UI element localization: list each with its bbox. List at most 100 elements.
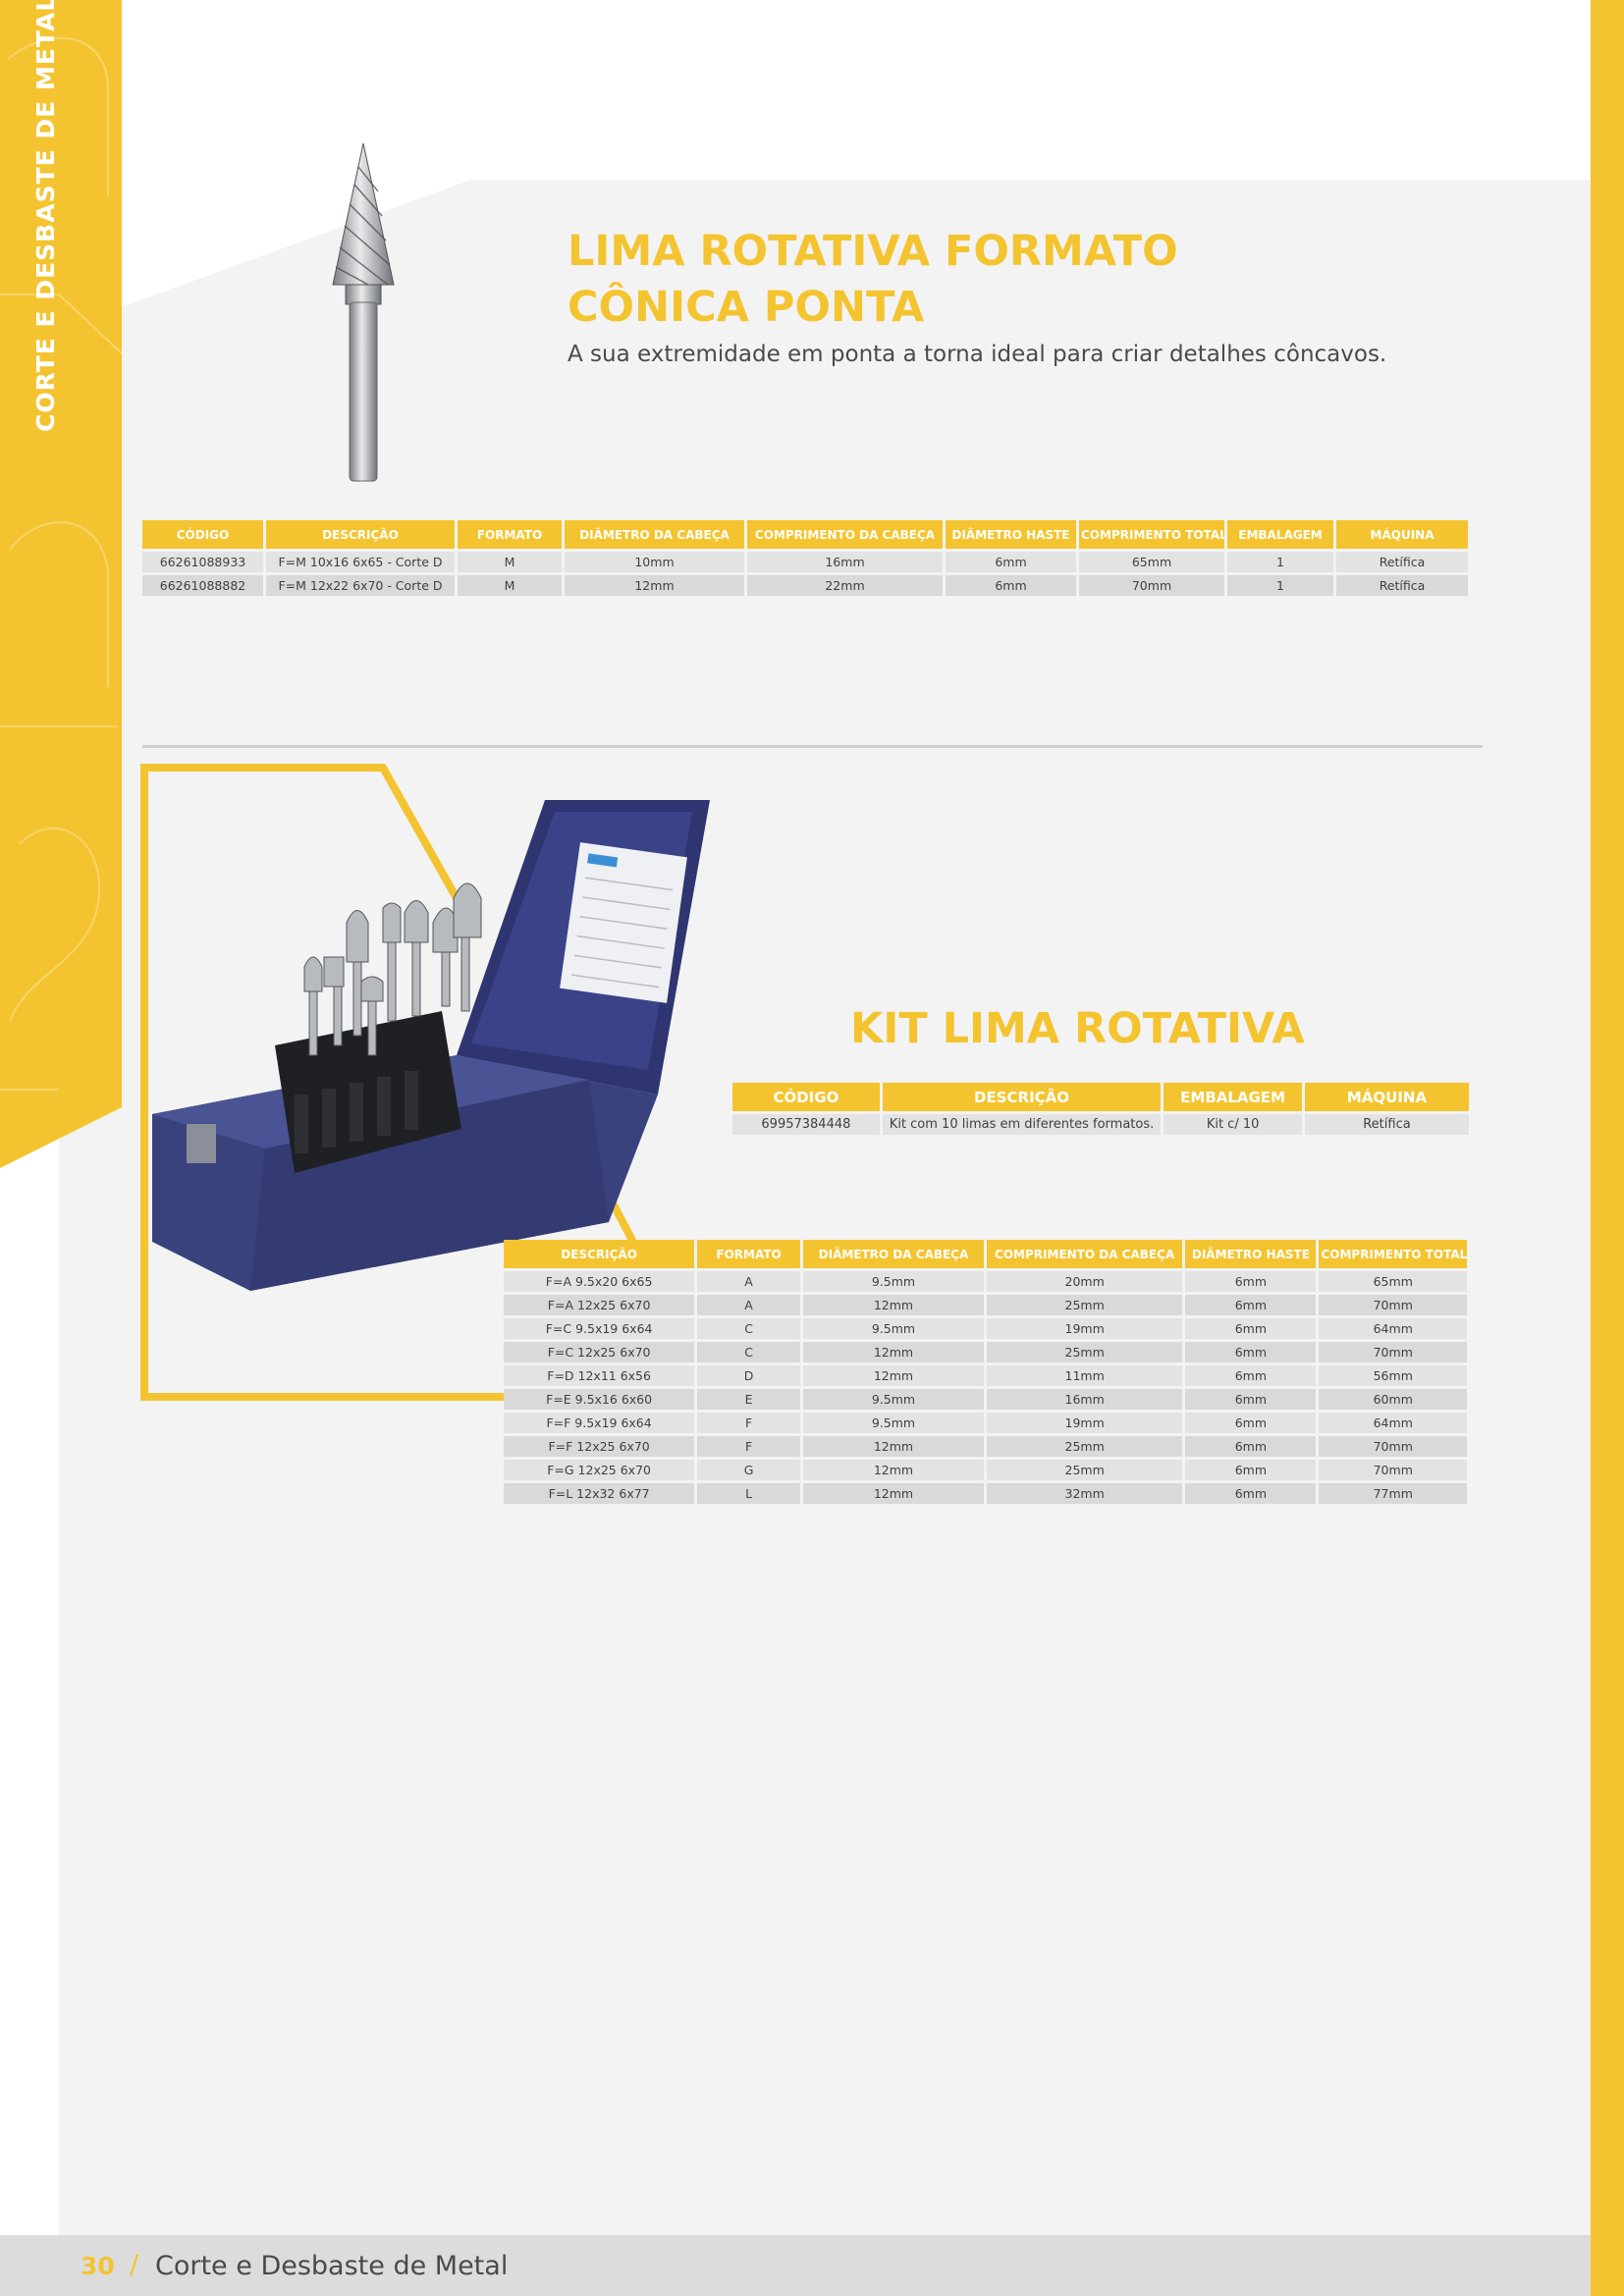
- header-diametro-haste: DIÂMETRO HASTE: [1185, 1240, 1317, 1268]
- table-cell: 16mm: [747, 552, 943, 572]
- header-embalagem: EMBALAGEM: [1227, 520, 1333, 549]
- table-cell: 16mm: [986, 1389, 1183, 1410]
- table-cell: 6mm: [1185, 1271, 1317, 1292]
- header-codigo: CÓDIGO: [142, 520, 263, 549]
- table-cell: A: [697, 1271, 800, 1292]
- table-cell: Kit com 10 limas em diferentes formatos.: [882, 1114, 1162, 1135]
- conical-burr-tool-image: [332, 142, 395, 482]
- table-cell: F=A 12x25 6x70: [504, 1295, 695, 1315]
- table-cell: F=L 12x32 6x77: [504, 1483, 695, 1504]
- table-cell: 6mm: [946, 552, 1076, 572]
- footer-section-title: Corte e Desbaste de Metal: [155, 2251, 509, 2281]
- table-row: F=E 9.5x16 6x60 E 9.5mm 16mm 6mm 60mm: [504, 1389, 1467, 1410]
- header-diametro-haste: DIÂMETRO HASTE: [946, 520, 1076, 549]
- table-cell: 6mm: [1185, 1413, 1317, 1433]
- table-cell: D: [697, 1365, 800, 1386]
- kit-items-table: DESCRIÇÃO FORMATO DIÂMETRO DA CABEÇA COM…: [501, 1237, 1470, 1507]
- table-cell: G: [697, 1460, 800, 1480]
- section-divider: [142, 745, 1483, 748]
- table-row: F=G 12x25 6x70 G 12mm 25mm 6mm 70mm: [504, 1460, 1467, 1480]
- table-cell: 9.5mm: [802, 1318, 984, 1339]
- table-cell: E: [697, 1389, 800, 1410]
- table-cell: 1: [1227, 575, 1333, 596]
- table-cell: 6mm: [946, 575, 1076, 596]
- header-embalagem: EMBALAGEM: [1164, 1083, 1302, 1111]
- header-formato: FORMATO: [458, 520, 562, 549]
- table-cell: 12mm: [802, 1436, 984, 1457]
- table-cell: 6mm: [1185, 1318, 1317, 1339]
- table-cell: 6mm: [1185, 1342, 1317, 1362]
- table-cell: A: [697, 1295, 800, 1315]
- table-cell: 70mm: [1319, 1436, 1467, 1457]
- table-cell: C: [697, 1318, 800, 1339]
- table-cell: 11mm: [986, 1365, 1183, 1386]
- table-cell: 56mm: [1319, 1365, 1467, 1386]
- header-maquina: MÁQUINA: [1304, 1083, 1469, 1111]
- table-cell: 6mm: [1185, 1389, 1317, 1410]
- header-maquina: MÁQUINA: [1336, 520, 1468, 549]
- table-cell: 12mm: [802, 1460, 984, 1480]
- table-row: F=C 12x25 6x70 C 12mm 25mm 6mm 70mm: [504, 1342, 1467, 1362]
- table-cell: 6mm: [1185, 1365, 1317, 1386]
- product1-description: A sua extremidade em ponta a torna ideal…: [568, 342, 1387, 367]
- table-cell: 22mm: [747, 575, 943, 596]
- product1-spec-table: CÓDIGO DESCRIÇÃO FORMATO DIÂMETRO DA CAB…: [139, 517, 1471, 599]
- product1-title-line1: LIMA ROTATIVA FORMATO: [568, 227, 1178, 276]
- table-cell: Retífica: [1304, 1114, 1469, 1135]
- table-cell: 25mm: [986, 1460, 1183, 1480]
- table-cell: F=F 9.5x19 6x64: [504, 1413, 695, 1433]
- header-diametro-cabeca: DIÂMETRO DA CABEÇA: [802, 1240, 984, 1268]
- table-cell: 1: [1227, 552, 1333, 572]
- product2-title: KIT LIMA ROTATIVA: [850, 1004, 1305, 1053]
- table-cell: 12mm: [802, 1295, 984, 1315]
- table-cell: 19mm: [986, 1413, 1183, 1433]
- table-header-row: CÓDIGO DESCRIÇÃO EMBALAGEM MÁQUINA: [732, 1083, 1469, 1111]
- table-cell: F=A 9.5x20 6x65: [504, 1271, 695, 1292]
- table-cell: 66261088933: [142, 552, 263, 572]
- table-cell: 70mm: [1079, 575, 1224, 596]
- table-cell: F=C 9.5x19 6x64: [504, 1318, 695, 1339]
- vertical-section-title: CORTE E DESBASTE DE METAL: [31, 0, 60, 432]
- table-cell: 19mm: [986, 1318, 1183, 1339]
- table-cell: F=G 12x25 6x70: [504, 1460, 695, 1480]
- table-cell: 25mm: [986, 1342, 1183, 1362]
- table-cell: F: [697, 1436, 800, 1457]
- table-cell: Kit c/ 10: [1164, 1114, 1302, 1135]
- table-cell: 9.5mm: [802, 1271, 984, 1292]
- table-cell: F: [697, 1413, 800, 1433]
- header-descricao: DESCRIÇÃO: [504, 1240, 695, 1268]
- table-cell: F=E 9.5x16 6x60: [504, 1389, 695, 1410]
- table-cell: F=M 10x16 6x65 - Corte D: [266, 552, 455, 572]
- page-number: 30: [81, 2252, 115, 2280]
- table-cell: 6mm: [1185, 1295, 1317, 1315]
- footer-separator: /: [130, 2250, 139, 2280]
- table-cell: 64mm: [1319, 1318, 1467, 1339]
- table-cell: 60mm: [1319, 1389, 1467, 1410]
- table-row: F=A 12x25 6x70 A 12mm 25mm 6mm 70mm: [504, 1295, 1467, 1315]
- header-comprimento-total: COMPRIMENTO TOTAL: [1319, 1240, 1467, 1268]
- table-cell: 20mm: [986, 1271, 1183, 1292]
- table-row: F=D 12x11 6x56 D 12mm 11mm 6mm 56mm: [504, 1365, 1467, 1386]
- table-cell: 12mm: [802, 1483, 984, 1504]
- product1-title-line2: CÔNICA PONTA: [568, 283, 925, 332]
- table-cell: M: [458, 575, 562, 596]
- table-cell: 25mm: [986, 1295, 1183, 1315]
- table-row: F=F 9.5x19 6x64 F 9.5mm 19mm 6mm 64mm: [504, 1413, 1467, 1433]
- table-cell: 66261088882: [142, 575, 263, 596]
- table-cell: 70mm: [1319, 1342, 1467, 1362]
- table-cell: 9.5mm: [802, 1389, 984, 1410]
- left-accent-band: [0, 0, 122, 1168]
- header-comprimento-cabeca: COMPRIMENTO DA CABEÇA: [747, 520, 943, 549]
- header-comprimento-total: COMPRIMENTO TOTAL: [1079, 520, 1224, 549]
- table-row: F=C 9.5x19 6x64 C 9.5mm 19mm 6mm 64mm: [504, 1318, 1467, 1339]
- table-cell: 6mm: [1185, 1483, 1317, 1504]
- kit-info-table: CÓDIGO DESCRIÇÃO EMBALAGEM MÁQUINA 69957…: [730, 1080, 1472, 1138]
- header-comprimento-cabeca: COMPRIMENTO DA CABEÇA: [986, 1240, 1183, 1268]
- table-cell: 69957384448: [732, 1114, 880, 1135]
- table-cell: 6mm: [1185, 1436, 1317, 1457]
- table-cell: F=D 12x11 6x56: [504, 1365, 695, 1386]
- table-header-row: DESCRIÇÃO FORMATO DIÂMETRO DA CABEÇA COM…: [504, 1240, 1467, 1268]
- table-row: F=A 9.5x20 6x65 A 9.5mm 20mm 6mm 65mm: [504, 1271, 1467, 1292]
- table-cell: 12mm: [802, 1365, 984, 1386]
- table-cell: 25mm: [986, 1436, 1183, 1457]
